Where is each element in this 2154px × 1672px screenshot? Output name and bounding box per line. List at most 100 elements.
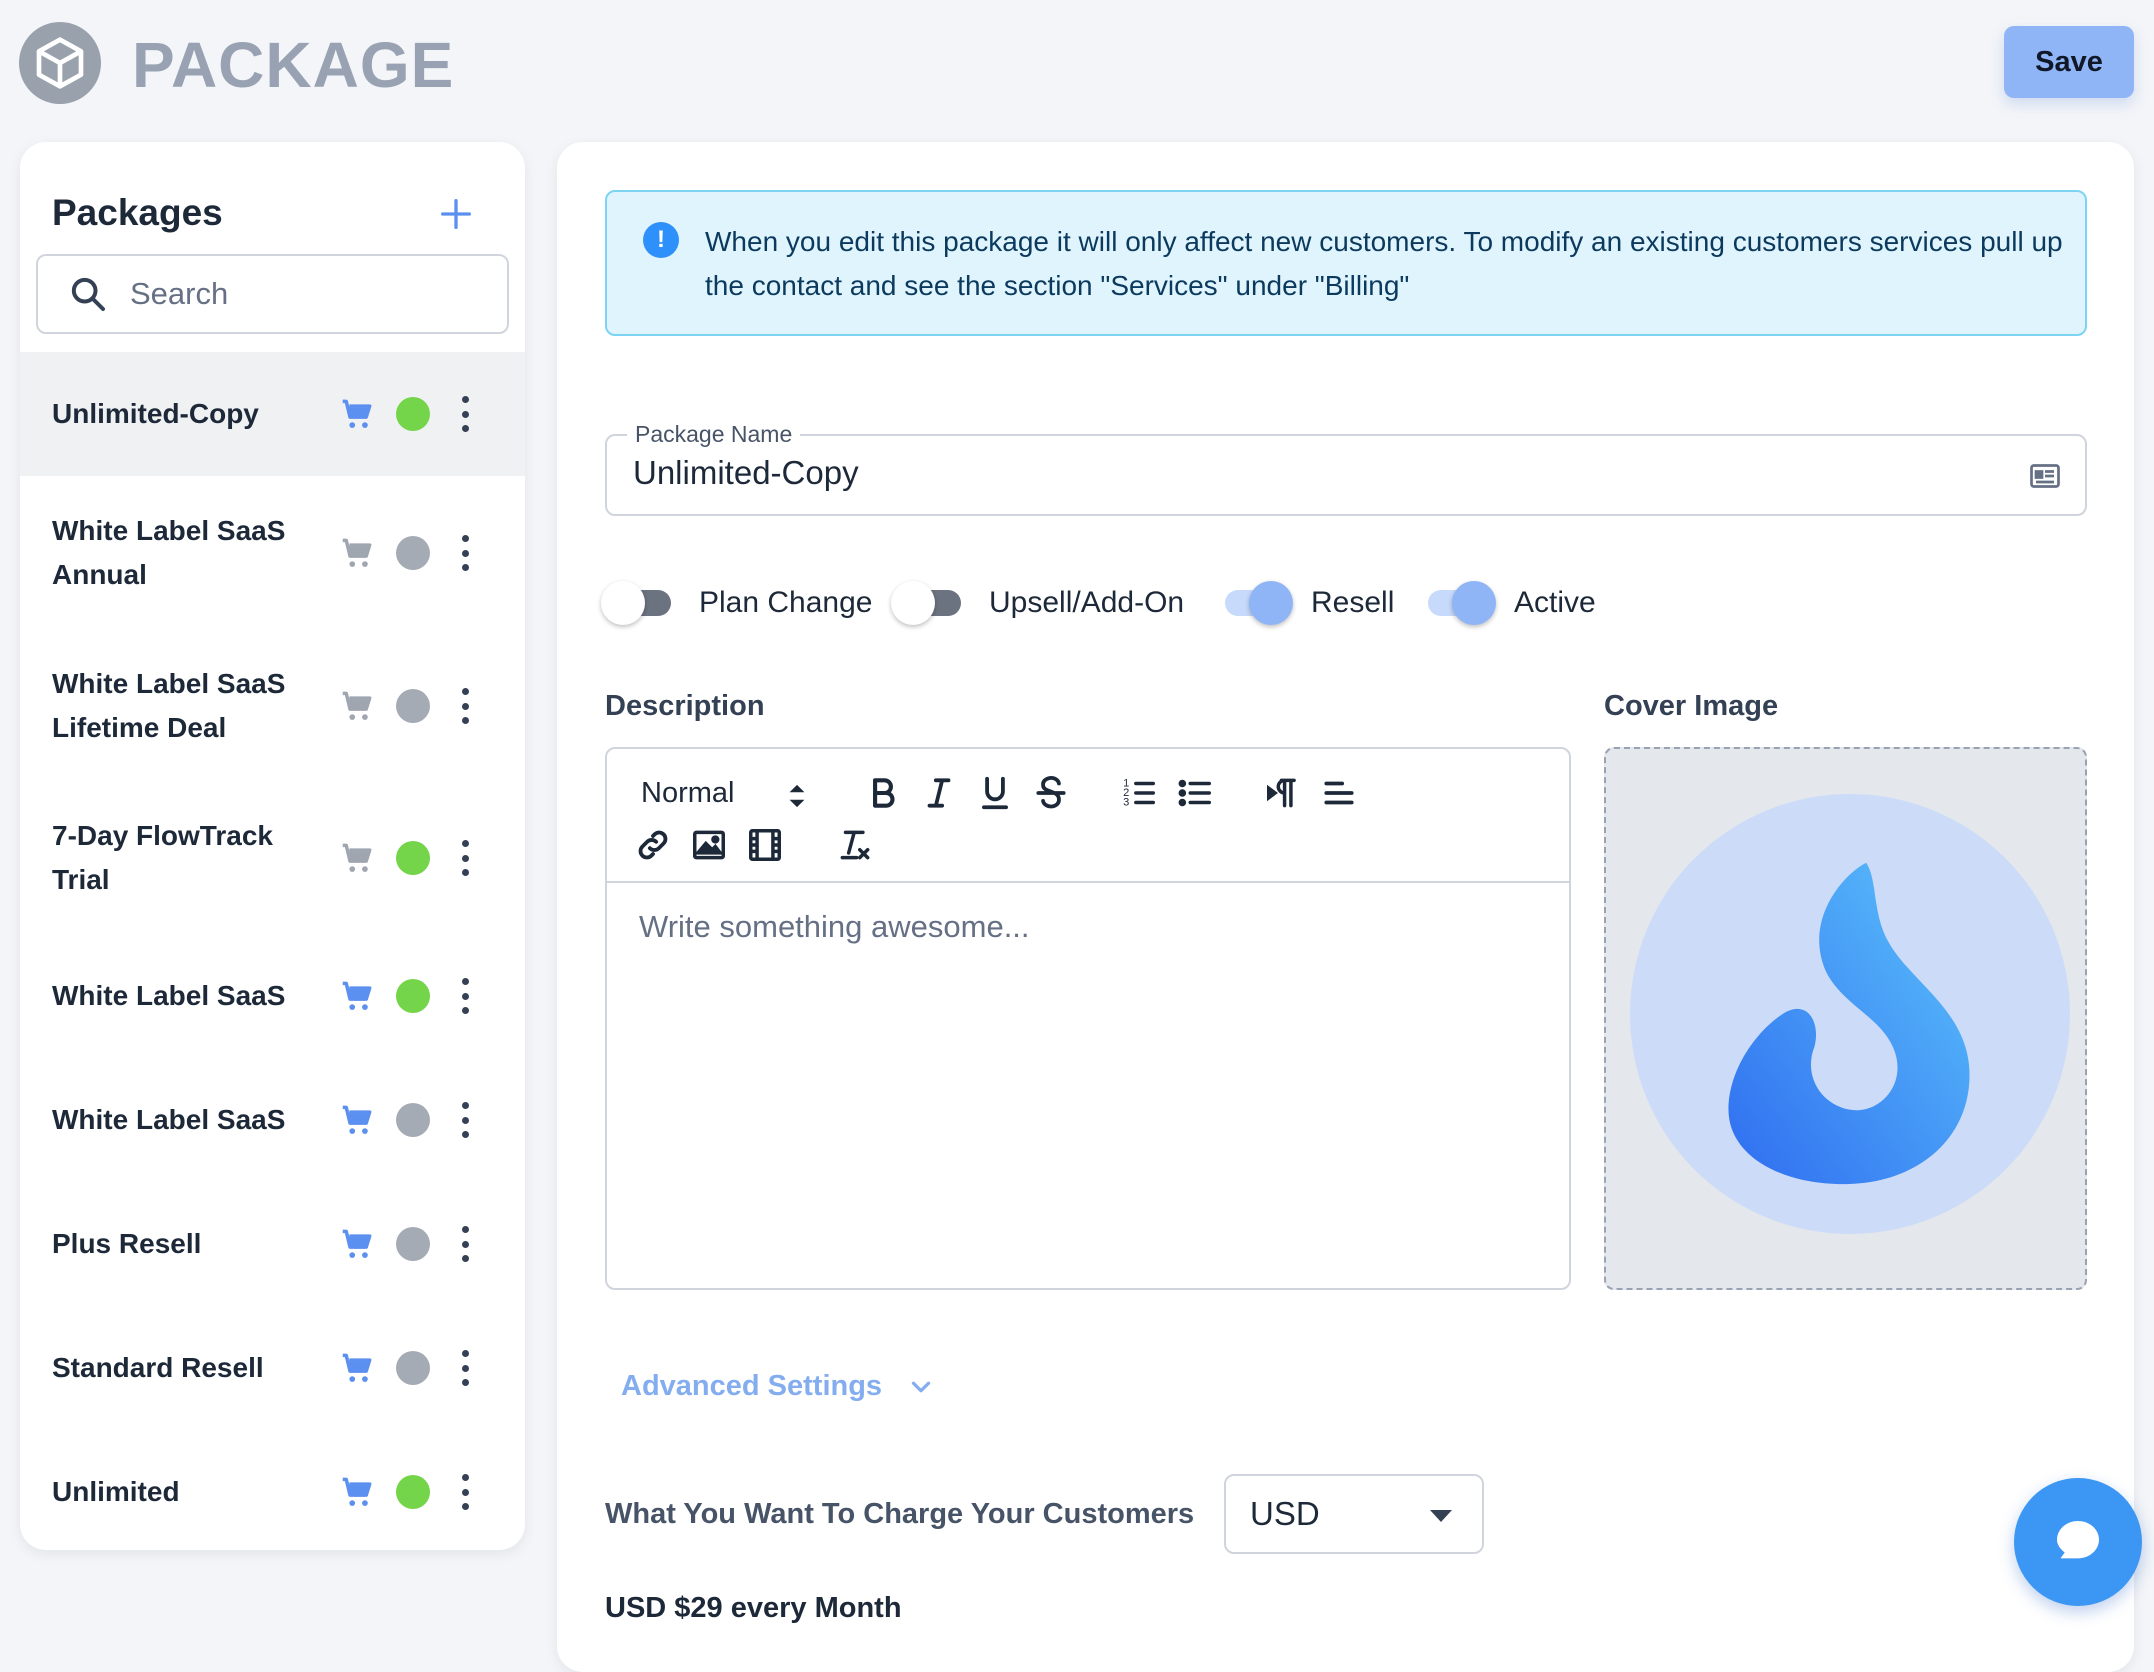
link-icon[interactable] [633,825,673,865]
toggle-label: Active [1514,586,1596,619]
active-switch[interactable] [1416,581,1496,625]
search-box[interactable] [36,254,509,334]
package-item[interactable]: White Label SaaS [20,1058,525,1182]
more-options-icon[interactable] [458,1226,472,1262]
package-name: Unlimited-Copy [52,398,259,429]
page-header: PACKAGE Save [0,0,2154,130]
upsell-switch[interactable] [891,581,967,625]
add-package-button[interactable] [432,190,480,238]
charge-label: What You Want To Charge Your Customers [605,1498,1195,1530]
package-name-field[interactable]: Package Name [605,421,2087,516]
cart-icon[interactable] [338,1225,376,1263]
package-item[interactable]: Plus Resell [20,1182,525,1306]
status-dot [396,1351,430,1385]
more-options-icon[interactable] [458,1474,472,1510]
strikethrough-icon[interactable] [1031,773,1071,813]
package-name: Unlimited [52,1476,180,1507]
status-dot [396,841,430,875]
more-options-icon[interactable] [458,688,472,724]
status-dot [396,1475,430,1509]
cart-icon[interactable] [338,977,376,1015]
toggle-resell[interactable]: Resell [1213,576,1394,630]
cart-icon[interactable] [338,395,376,433]
package-name: White Label SaaS [52,980,286,1011]
package-item[interactable]: White Label SaaS Annual [20,476,525,630]
italic-icon[interactable] [919,773,959,813]
save-button[interactable]: Save [2004,26,2134,98]
plus-icon [441,199,471,229]
chat-widget-button[interactable] [2014,1478,2142,1606]
package-name: White Label SaaS [52,1104,286,1135]
resell-switch[interactable] [1213,581,1293,625]
sidebar-title: Packages [52,192,223,233]
cart-icon[interactable] [338,839,376,877]
video-icon[interactable] [745,825,785,865]
info-alert: ! When you edit this package it will onl… [605,190,2087,336]
toggle-plan-change[interactable]: Plan Change [601,576,872,630]
more-options-icon[interactable] [458,1350,472,1386]
more-options-icon[interactable] [458,1102,472,1138]
package-item[interactable]: White Label SaaS Lifetime Deal [20,630,525,782]
package-item[interactable]: Unlimited-Copy [20,352,525,476]
info-icon: ! [643,222,679,258]
flame-logo-icon [1728,862,1970,1185]
format-select[interactable]: Normal [641,773,821,813]
contact-card-icon [2030,464,2060,488]
package-item[interactable]: White Label SaaS [20,934,525,1058]
cart-icon[interactable] [338,1101,376,1139]
package-name: Plus Resell [52,1228,202,1259]
status-dot [396,979,430,1013]
cart-icon[interactable] [338,1473,376,1511]
description-label: Description [605,690,765,722]
cart-icon[interactable] [338,534,376,572]
plan-change-switch[interactable] [601,581,677,625]
align-left-icon[interactable] [1319,773,1359,813]
search-input[interactable] [130,276,470,312]
bold-icon[interactable] [863,773,903,813]
image-icon[interactable] [689,825,729,865]
package-name-input[interactable] [633,454,1993,492]
package-box-icon [19,22,101,104]
cover-image-upload[interactable] [1604,747,2087,1290]
toggle-label: Resell [1311,586,1395,619]
toggle-label: Upsell/Add-On [989,586,1185,619]
package-item[interactable]: Unlimited [20,1430,525,1550]
more-options-icon[interactable] [458,840,472,876]
description-editor: Normal 123 Write something awesome... [605,747,1571,1290]
status-dot [396,397,430,431]
status-dot [396,1227,430,1261]
status-dot [396,1103,430,1137]
description-textarea[interactable]: Write something awesome... [639,909,1539,945]
underline-icon[interactable] [975,773,1015,813]
bullet-list-icon[interactable] [1175,773,1215,813]
more-options-icon[interactable] [458,396,472,432]
more-options-icon[interactable] [458,535,472,571]
cart-icon[interactable] [338,687,376,725]
search-icon [71,277,105,311]
advanced-settings-label: Advanced Settings [621,1370,883,1402]
editor-toolbar: Normal 123 [607,749,1569,883]
page-title: PACKAGE [132,29,455,101]
format-value: Normal [641,776,735,809]
alert-text: When you edit this package it will only … [705,226,2063,301]
toggle-active[interactable]: Active [1416,576,1596,630]
chat-icon [2057,1521,2099,1559]
svg-text:3: 3 [1123,797,1129,809]
more-options-icon[interactable] [458,978,472,1014]
package-name: 7-Day FlowTrack Trial [52,820,273,895]
clear-format-icon[interactable] [835,825,875,865]
packages-sidebar: Packages Unlimited-Copy White Label SaaS… [20,142,525,1550]
package-item[interactable]: Standard Resell [20,1306,525,1430]
package-name-label: Package Name [627,421,801,448]
cart-icon[interactable] [338,1349,376,1387]
text-direction-icon[interactable] [1263,773,1303,813]
sort-arrows-icon [789,784,805,808]
package-item[interactable]: 7-Day FlowTrack Trial [20,782,525,934]
package-name: White Label SaaS Annual [52,515,286,590]
ordered-list-icon[interactable]: 123 [1119,773,1159,813]
toggle-upsell[interactable]: Upsell/Add-On [891,576,1184,630]
advanced-settings-toggle[interactable]: Advanced Settings [621,1370,936,1403]
caret-down-icon [1430,1510,1452,1522]
currency-select[interactable]: USD [1224,1474,1484,1554]
package-name: White Label SaaS Lifetime Deal [52,668,286,743]
